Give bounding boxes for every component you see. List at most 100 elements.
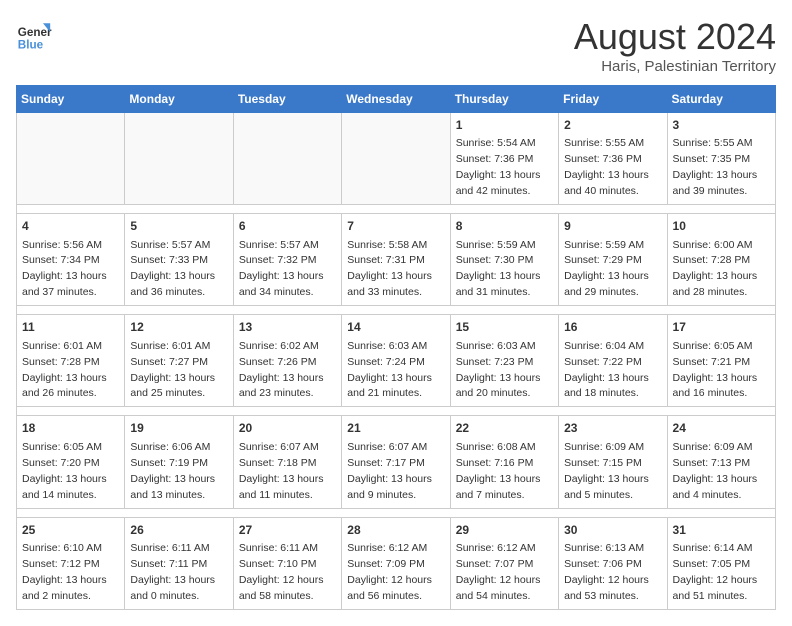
calendar-cell: 14 Sunrise: 6:03 AMSunset: 7:24 PMDayligh…: [342, 315, 450, 407]
day-detail: Sunrise: 6:14 AMSunset: 7:05 PMDaylight:…: [673, 542, 758, 602]
day-detail: Sunrise: 6:03 AMSunset: 7:23 PMDaylight:…: [456, 340, 541, 400]
day-number: 21: [347, 420, 444, 437]
day-number: 24: [673, 420, 770, 437]
day-detail: Sunrise: 5:57 AMSunset: 7:32 PMDaylight:…: [239, 239, 324, 299]
day-number: 26: [130, 522, 227, 539]
day-number: 31: [673, 522, 770, 539]
calendar-cell: 1Sunrise: 5:54 AMSunset: 7:36 PMDaylight…: [450, 113, 558, 205]
day-detail: Sunrise: 6:07 AMSunset: 7:17 PMDaylight:…: [347, 441, 432, 501]
calendar-week-4: 18 Sunrise: 6:05 AMSunset: 7:20 PMDayligh…: [17, 416, 776, 508]
day-number: 8: [456, 218, 553, 235]
day-detail: Sunrise: 6:06 AMSunset: 7:19 PMDaylight:…: [130, 441, 215, 501]
calendar-cell: 30 Sunrise: 6:13 AMSunset: 7:06 PMDayligh…: [559, 517, 667, 609]
calendar-cell: 13Sunrise: 6:02 AMSunset: 7:26 PMDayligh…: [233, 315, 341, 407]
day-detail: Sunrise: 5:59 AMSunset: 7:29 PMDaylight:…: [564, 239, 649, 299]
day-number: 6: [239, 218, 336, 235]
day-header-monday: Monday: [125, 86, 233, 113]
day-header-wednesday: Wednesday: [342, 86, 450, 113]
day-number: 15: [456, 319, 553, 336]
calendar-cell: 9 Sunrise: 5:59 AMSunset: 7:29 PMDaylight…: [559, 214, 667, 306]
svg-text:Blue: Blue: [18, 38, 44, 51]
week-divider: [17, 508, 776, 517]
day-detail: Sunrise: 5:55 AMSunset: 7:36 PMDaylight:…: [564, 137, 649, 197]
day-number: 28: [347, 522, 444, 539]
day-detail: Sunrise: 6:05 AMSunset: 7:20 PMDaylight:…: [22, 441, 107, 501]
calendar-cell: 28Sunrise: 6:12 AMSunset: 7:09 PMDayligh…: [342, 517, 450, 609]
days-of-week-row: SundayMondayTuesdayWednesdayThursdayFrid…: [17, 86, 776, 113]
calendar-table: SundayMondayTuesdayWednesdayThursdayFrid…: [16, 85, 776, 610]
day-number: 10: [673, 218, 770, 235]
day-number: 9: [564, 218, 661, 235]
calendar-cell: 29Sunrise: 6:12 AMSunset: 7:07 PMDayligh…: [450, 517, 558, 609]
calendar-cell: 3Sunrise: 5:55 AMSunset: 7:35 PMDaylight…: [667, 113, 775, 205]
day-detail: Sunrise: 5:55 AMSunset: 7:35 PMDaylight:…: [673, 137, 758, 197]
day-number: 5: [130, 218, 227, 235]
calendar-cell: 25Sunrise: 6:10 AMSunset: 7:12 PMDayligh…: [17, 517, 125, 609]
calendar-cell: 17 Sunrise: 6:05 AMSunset: 7:21 PMDayligh…: [667, 315, 775, 407]
day-number: 20: [239, 420, 336, 437]
calendar-cell: 20 Sunrise: 6:07 AMSunset: 7:18 PMDayligh…: [233, 416, 341, 508]
day-number: 18: [22, 420, 119, 437]
day-detail: Sunrise: 6:12 AMSunset: 7:07 PMDaylight:…: [456, 542, 541, 602]
calendar-cell: 10 Sunrise: 6:00 AMSunset: 7:28 PMDayligh…: [667, 214, 775, 306]
day-detail: Sunrise: 6:11 AMSunset: 7:11 PMDaylight:…: [130, 542, 215, 602]
day-number: 13: [239, 319, 336, 336]
day-detail: Sunrise: 6:09 AMSunset: 7:15 PMDaylight:…: [564, 441, 649, 501]
logo-icon: General Blue: [16, 16, 52, 52]
calendar-cell: [233, 113, 341, 205]
day-number: 14: [347, 319, 444, 336]
day-detail: Sunrise: 5:58 AMSunset: 7:31 PMDaylight:…: [347, 239, 432, 299]
calendar-week-3: 11Sunrise: 6:01 AMSunset: 7:28 PMDayligh…: [17, 315, 776, 407]
calendar-cell: 31 Sunrise: 6:14 AMSunset: 7:05 PMDayligh…: [667, 517, 775, 609]
day-detail: Sunrise: 6:08 AMSunset: 7:16 PMDaylight:…: [456, 441, 541, 501]
week-divider: [17, 205, 776, 214]
day-number: 4: [22, 218, 119, 235]
calendar-cell: 16 Sunrise: 6:04 AMSunset: 7:22 PMDayligh…: [559, 315, 667, 407]
calendar-cell: [17, 113, 125, 205]
calendar-cell: 2 Sunrise: 5:55 AMSunset: 7:36 PMDaylight…: [559, 113, 667, 205]
day-detail: Sunrise: 6:13 AMSunset: 7:06 PMDaylight:…: [564, 542, 649, 602]
calendar-cell: 11Sunrise: 6:01 AMSunset: 7:28 PMDayligh…: [17, 315, 125, 407]
calendar-header: SundayMondayTuesdayWednesdayThursdayFrid…: [17, 86, 776, 113]
calendar-body: 1Sunrise: 5:54 AMSunset: 7:36 PMDaylight…: [17, 113, 776, 610]
logo: General Blue: [16, 16, 52, 52]
calendar-cell: 5 Sunrise: 5:57 AMSunset: 7:33 PMDaylight…: [125, 214, 233, 306]
day-number: 16: [564, 319, 661, 336]
day-number: 7: [347, 218, 444, 235]
page-header: General Blue August 2024 Haris, Palestin…: [16, 16, 776, 75]
day-detail: Sunrise: 5:57 AMSunset: 7:33 PMDaylight:…: [130, 239, 215, 299]
calendar-cell: 27Sunrise: 6:11 AMSunset: 7:10 PMDayligh…: [233, 517, 341, 609]
day-header-tuesday: Tuesday: [233, 86, 341, 113]
day-detail: Sunrise: 6:04 AMSunset: 7:22 PMDaylight:…: [564, 340, 649, 400]
day-number: 12: [130, 319, 227, 336]
calendar-cell: 7 Sunrise: 5:58 AMSunset: 7:31 PMDaylight…: [342, 214, 450, 306]
calendar-week-5: 25Sunrise: 6:10 AMSunset: 7:12 PMDayligh…: [17, 517, 776, 609]
day-detail: Sunrise: 6:10 AMSunset: 7:12 PMDaylight:…: [22, 542, 107, 602]
calendar-cell: 26 Sunrise: 6:11 AMSunset: 7:11 PMDayligh…: [125, 517, 233, 609]
day-number: 19: [130, 420, 227, 437]
calendar-cell: 8Sunrise: 5:59 AMSunset: 7:30 PMDaylight…: [450, 214, 558, 306]
day-header-thursday: Thursday: [450, 86, 558, 113]
calendar-cell: [125, 113, 233, 205]
calendar-cell: 12Sunrise: 6:01 AMSunset: 7:27 PMDayligh…: [125, 315, 233, 407]
calendar-cell: 18 Sunrise: 6:05 AMSunset: 7:20 PMDayligh…: [17, 416, 125, 508]
day-number: 11: [22, 319, 119, 336]
day-number: 2: [564, 117, 661, 134]
day-header-friday: Friday: [559, 86, 667, 113]
calendar-cell: 22Sunrise: 6:08 AMSunset: 7:16 PMDayligh…: [450, 416, 558, 508]
location-subtitle: Haris, Palestinian Territory: [574, 58, 776, 75]
day-header-saturday: Saturday: [667, 86, 775, 113]
calendar-cell: 6 Sunrise: 5:57 AMSunset: 7:32 PMDaylight…: [233, 214, 341, 306]
calendar-week-2: 4Sunrise: 5:56 AMSunset: 7:34 PMDaylight…: [17, 214, 776, 306]
day-detail: Sunrise: 6:03 AMSunset: 7:24 PMDaylight:…: [347, 340, 432, 400]
week-divider: [17, 306, 776, 315]
calendar-cell: 21 Sunrise: 6:07 AMSunset: 7:17 PMDayligh…: [342, 416, 450, 508]
day-detail: Sunrise: 6:07 AMSunset: 7:18 PMDaylight:…: [239, 441, 324, 501]
day-number: 17: [673, 319, 770, 336]
day-number: 1: [456, 117, 553, 134]
day-number: 30: [564, 522, 661, 539]
day-number: 27: [239, 522, 336, 539]
day-detail: Sunrise: 6:05 AMSunset: 7:21 PMDaylight:…: [673, 340, 758, 400]
month-year-title: August 2024: [574, 16, 776, 58]
day-detail: Sunrise: 6:00 AMSunset: 7:28 PMDaylight:…: [673, 239, 758, 299]
